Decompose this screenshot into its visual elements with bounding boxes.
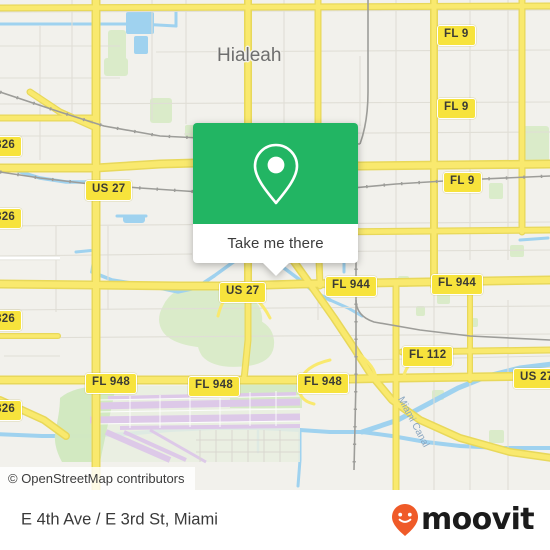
road-shield[interactable]: 826 [0,136,23,157]
footer-bar: E 4th Ave / E 3rd St, Miami moovit [0,490,550,550]
road-shield[interactable]: FL 948 [188,376,241,397]
attribution-text: © OpenStreetMap contributors [8,471,185,486]
moovit-wordmark: moovit [420,502,535,537]
map-pin-icon [253,143,298,204]
location-popup-card[interactable]: Take me there [193,123,358,276]
station-address-label: E 4th Ave / E 3rd St, Miami [21,510,218,529]
road-shield[interactable]: 826 [0,400,23,421]
road-shield[interactable]: FL 944 [431,274,484,295]
take-me-there-button[interactable]: Take me there [193,224,358,263]
map-attribution: © OpenStreetMap contributors [0,467,195,490]
popup-pointer-tail [263,263,289,276]
road-shield[interactable]: 826 [0,310,23,331]
moovit-map-screenshot: Hialeah Miami Canal FL 9 FL 9 FL 9 US 27… [0,0,550,550]
road-shield[interactable]: FL 948 [85,373,138,394]
place-label-hialeah: Hialeah [217,45,282,66]
road-shield[interactable]: FL 9 [443,172,482,193]
road-shield[interactable]: FL 948 [297,373,350,394]
moovit-logo[interactable]: moovit [390,502,535,537]
road-shield[interactable]: FL 9 [437,25,476,46]
map-canvas[interactable]: Hialeah Miami Canal FL 9 FL 9 FL 9 US 27… [0,0,550,490]
take-me-there-label: Take me there [227,235,324,252]
road-shield[interactable]: FL 112 [402,346,454,367]
popup-icon-panel [193,123,358,224]
road-shield[interactable]: US 27 [85,180,133,201]
moovit-pin-icon [391,504,418,536]
road-shield[interactable]: 826 [0,208,23,229]
road-shield[interactable]: FL 944 [325,276,378,297]
road-shield[interactable]: FL 9 [437,98,476,119]
road-shield[interactable]: US 27 [219,282,267,303]
road-shield[interactable]: US 27 [513,368,550,389]
